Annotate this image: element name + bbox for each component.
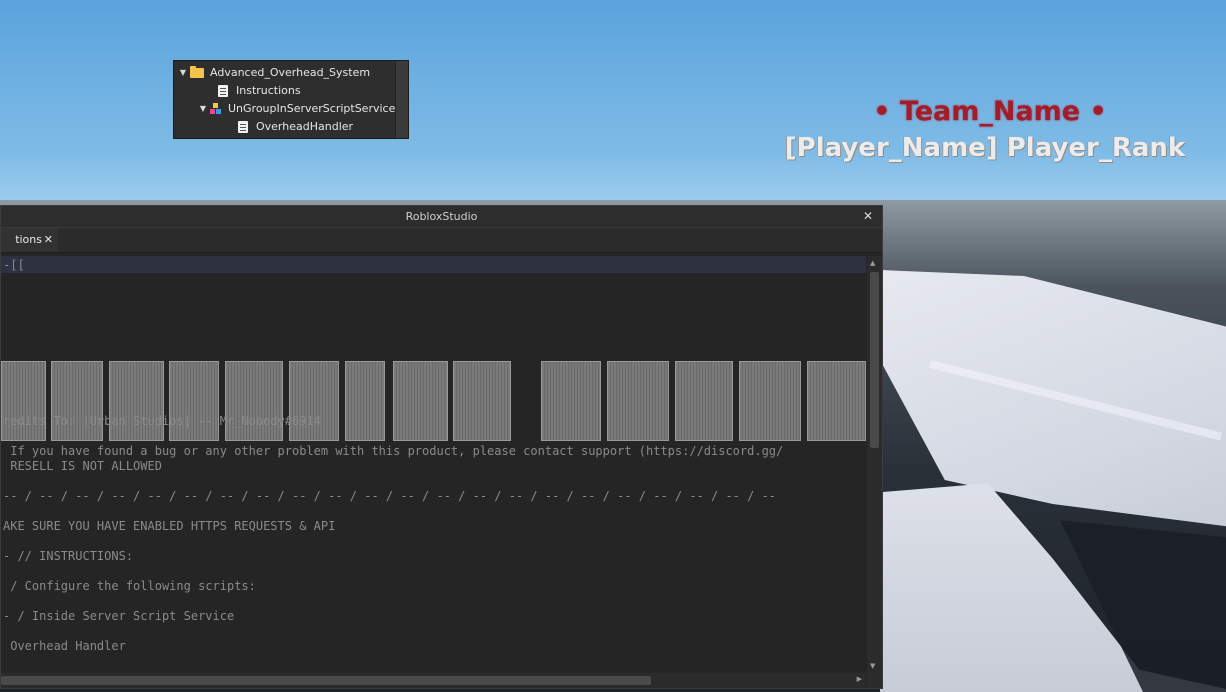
code-line: - / Inside Server Script Service (3, 609, 235, 623)
tree-item-label: UnGroupInServerScriptService (228, 102, 396, 115)
expand-arrow-icon[interactable]: ▼ (196, 100, 210, 118)
player-name-rank-label: [Player_Name] Player_Rank (784, 133, 1186, 163)
scroll-down-icon[interactable]: ▼ (870, 662, 875, 670)
code-line: -- / -- / -- / -- / -- / -- / -- / -- / … (3, 489, 777, 503)
tree-item-overhead-handler[interactable]: OverheadHandler (238, 118, 353, 136)
explorer-scrollbar[interactable] (395, 61, 408, 138)
vertical-scrollbar[interactable]: ▲ ▼ (867, 256, 882, 673)
tab-instructions[interactable]: tions ✕ (1, 228, 58, 252)
script-icon (238, 121, 248, 133)
scroll-thumb[interactable] (1, 676, 651, 685)
close-icon[interactable]: ✕ (863, 206, 873, 227)
scroll-up-icon[interactable]: ▲ (870, 259, 875, 267)
scroll-right-icon[interactable]: ▶ (857, 675, 862, 683)
tree-item-label: Instructions (236, 84, 301, 97)
model-icon (210, 103, 222, 115)
scroll-thumb[interactable] (870, 272, 879, 448)
code-line: redits To: |Urban Studios| -- Mr_Nobody#… (3, 414, 321, 428)
scrollbar-corner (867, 673, 882, 688)
code-line: AKE SURE YOU HAVE ENABLED HTTPS REQUESTS… (3, 519, 336, 533)
tree-item-instructions[interactable]: Instructions (218, 82, 301, 100)
explorer-panel: ▼ Advanced_Overhead_System Instructions … (173, 60, 409, 139)
tree-item-label: Advanced_Overhead_System (210, 66, 371, 79)
tree-item-advanced-overhead-system[interactable]: ▼ Advanced_Overhead_System (176, 64, 370, 82)
script-icon (218, 85, 228, 97)
expand-arrow-icon[interactable]: ▼ (176, 64, 190, 82)
current-line-highlight (1, 256, 866, 273)
team-name-label: • Team_Name • (873, 96, 1107, 127)
code-line: Overhead Handler (3, 639, 126, 653)
code-line: If you have found a bug or any other pro… (3, 444, 784, 458)
tree-item-label: OverheadHandler (256, 120, 354, 133)
tab-bar: tions ✕ (1, 228, 882, 253)
window-titlebar: RobloxStudio ✕ (1, 206, 882, 228)
tree-item-ungroup[interactable]: ▼ UnGroupInServerScriptService (196, 100, 395, 118)
code-line: / Configure the following scripts: (3, 579, 256, 593)
code-line: RESELL IS NOT ALLOWED (3, 459, 162, 473)
code-line: - // INSTRUCTIONS: (3, 549, 134, 563)
folder-icon (190, 66, 204, 78)
code-line: -[[ (3, 258, 25, 272)
code-editor[interactable]: -[[ redits To: |Urban Studios| -- Mr_Nob… (1, 256, 866, 673)
tab-label: tions (15, 233, 42, 246)
script-editor-window: RobloxStudio ✕ tions ✕ -[[ redits To: |U… (0, 205, 883, 689)
window-title: RobloxStudio (405, 210, 478, 223)
tab-close-icon[interactable]: ✕ (44, 228, 53, 252)
ascii-art-banner (1, 353, 866, 449)
horizontal-scrollbar[interactable]: ▶ (1, 673, 866, 688)
